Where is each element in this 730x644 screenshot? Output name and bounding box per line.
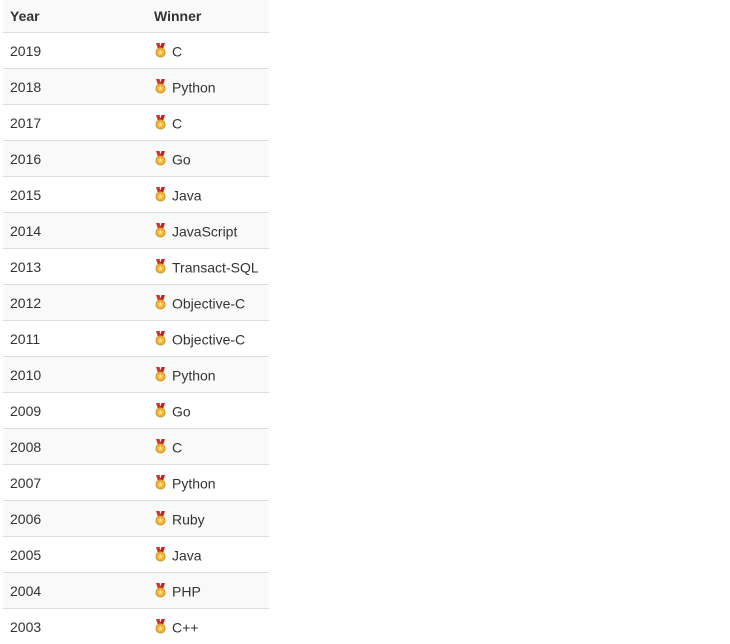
table-row: 2011 Objective-C: [3, 320, 269, 357]
winner-label: C++: [172, 619, 199, 636]
medal-icon: [155, 510, 166, 526]
table-row: 2008 C: [3, 428, 269, 465]
table-row: 2010 Python: [3, 356, 269, 393]
year-cell: 2007: [3, 464, 147, 501]
table-row: 2013 Transact-SQL: [3, 248, 269, 285]
medal-icon: [155, 438, 166, 454]
table-row: 2017 C: [3, 104, 269, 141]
year-cell: 2013: [3, 248, 147, 285]
header-winner: Winner: [147, 0, 269, 33]
winner-cell: C: [147, 428, 269, 465]
year-cell: 2004: [3, 572, 147, 609]
winner-label: Ruby: [172, 511, 205, 528]
table-row: 2015 Java: [3, 176, 269, 213]
medal-icon: [155, 114, 166, 130]
winners-table-container: Year Winner 2019 C 2018 Python 2017 C 2016 Go 20…: [3, 0, 269, 644]
winner-label: Python: [172, 367, 216, 384]
winner-label: C: [172, 43, 183, 60]
winner-label: Objective-C: [172, 295, 246, 312]
year-cell: 2019: [3, 32, 147, 69]
winner-cell: Python: [147, 464, 269, 501]
medal-icon: [155, 294, 166, 310]
winner-label: Go: [172, 403, 191, 420]
winner-cell: Java: [147, 536, 269, 573]
winner-label: Java: [172, 187, 202, 204]
table-row: 2004 PHP: [3, 572, 269, 609]
winner-cell: Go: [147, 140, 269, 177]
winner-label: JavaScript: [172, 223, 238, 240]
winner-cell: Objective-C: [147, 284, 269, 321]
winner-label: Java: [172, 547, 202, 564]
winner-cell: Python: [147, 68, 269, 105]
year-cell: 2003: [3, 608, 147, 644]
table-row: 2005 Java: [3, 536, 269, 573]
table-row: 2016 Go: [3, 140, 269, 177]
winner-label: Objective-C: [172, 331, 246, 348]
header-row: Year Winner: [3, 0, 269, 33]
winner-label: PHP: [172, 583, 201, 600]
year-cell: 2018: [3, 68, 147, 105]
winner-cell: Objective-C: [147, 320, 269, 357]
winner-label: Transact-SQL: [172, 259, 259, 276]
medal-icon: [155, 366, 166, 382]
year-cell: 2017: [3, 104, 147, 141]
medal-icon: [155, 150, 166, 166]
medal-icon: [155, 546, 166, 562]
winner-cell: C: [147, 32, 269, 69]
table-row: 2009 Go: [3, 392, 269, 429]
medal-icon: [155, 258, 166, 274]
winner-cell: JavaScript: [147, 212, 269, 249]
winner-cell: Go: [147, 392, 269, 429]
table-row: 2007 Python: [3, 464, 269, 501]
medal-icon: [155, 78, 166, 94]
table-row: 2019 C: [3, 32, 269, 69]
year-cell: 2014: [3, 212, 147, 249]
medal-icon: [155, 474, 166, 490]
winner-cell: Java: [147, 176, 269, 213]
winner-label: C: [172, 439, 183, 456]
winner-label: Python: [172, 475, 216, 492]
year-cell: 2006: [3, 500, 147, 537]
winner-cell: Ruby: [147, 500, 269, 537]
winner-label: C: [172, 115, 183, 132]
winner-label: Go: [172, 151, 191, 168]
winner-cell: C: [147, 104, 269, 141]
year-cell: 2008: [3, 428, 147, 465]
year-cell: 2015: [3, 176, 147, 213]
table-row: 2006 Ruby: [3, 500, 269, 537]
table-header: Year Winner: [3, 0, 269, 33]
medal-icon: [155, 186, 166, 202]
winner-label: Python: [172, 79, 216, 96]
winner-cell: Python: [147, 356, 269, 393]
medal-icon: [155, 42, 166, 58]
table-body: 2019 C 2018 Python 2017 C 2016 Go 2015 Java 2014 Ja…: [3, 32, 269, 644]
year-cell: 2010: [3, 356, 147, 393]
medal-icon: [155, 222, 166, 238]
medal-icon: [155, 582, 166, 598]
year-cell: 2012: [3, 284, 147, 321]
year-cell: 2016: [3, 140, 147, 177]
year-cell: 2011: [3, 320, 147, 357]
table-row: 2003 C++: [3, 608, 269, 644]
table-row: 2012 Objective-C: [3, 284, 269, 321]
year-cell: 2009: [3, 392, 147, 429]
winners-table: Year Winner 2019 C 2018 Python 2017 C 2016 Go 20…: [3, 0, 269, 644]
table-row: 2014 JavaScript: [3, 212, 269, 249]
medal-icon: [155, 618, 166, 634]
winner-cell: C++: [147, 608, 269, 644]
winner-cell: PHP: [147, 572, 269, 609]
medal-icon: [155, 330, 166, 346]
winner-cell: Transact-SQL: [147, 248, 269, 285]
medal-icon: [155, 402, 166, 418]
year-cell: 2005: [3, 536, 147, 573]
table-row: 2018 Python: [3, 68, 269, 105]
header-year: Year: [3, 0, 147, 33]
